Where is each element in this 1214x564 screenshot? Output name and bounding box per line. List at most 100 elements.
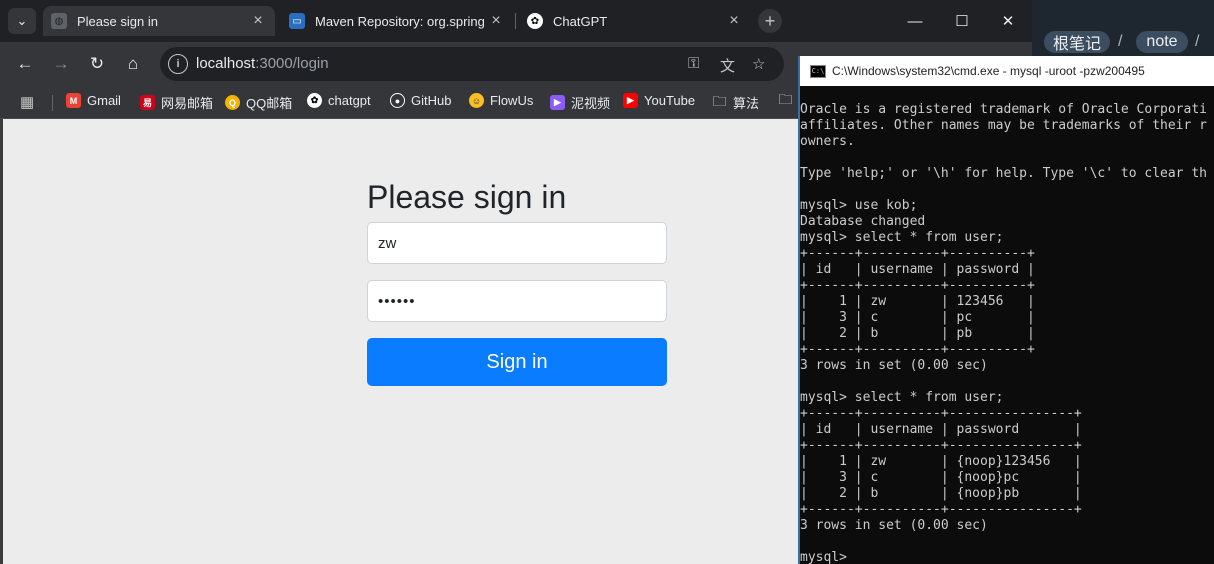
terminal-line: | id | username | password | <box>800 422 1082 437</box>
cmd-window: C:\ C:\Windows\system32\cmd.exe - mysql … <box>798 56 1214 564</box>
plus-icon: + <box>764 10 776 31</box>
tab-title: Maven Repository: org.spring <box>315 13 485 29</box>
video-icon: ▶ <box>550 95 565 110</box>
bookmark-folder-algorithms[interactable]: 🗀 算法 <box>712 92 760 112</box>
password-key-icon[interactable]: ⚿ <box>688 55 699 72</box>
maximize-button[interactable]: ☐ <box>942 0 982 42</box>
bookmark-github[interactable]: ● GitHub <box>390 93 451 108</box>
translate-icon[interactable]: 文 <box>720 55 735 76</box>
address-bar[interactable]: i localhost:3000/login ⚿ 文 ☆ <box>160 47 784 81</box>
maven-icon: ▭ <box>289 13 305 29</box>
password-input[interactable] <box>367 280 667 322</box>
breadcrumb-label: note <box>1146 33 1178 50</box>
terminal-line: mysql> use kob; <box>800 198 918 213</box>
reload-button[interactable]: ↻ <box>85 52 109 76</box>
home-icon: ⌂ <box>127 54 139 73</box>
folder-icon: 🗀 <box>712 92 727 109</box>
bookmark-youtube[interactable]: ▶ YouTube <box>623 93 695 108</box>
tab-chatgpt[interactable]: ✿ ChatGPT × <box>519 6 751 36</box>
bookmark-label: QQ邮箱 <box>246 96 293 111</box>
bookmark-label: chatgpt <box>328 93 371 108</box>
back-button[interactable]: ← <box>13 52 37 76</box>
new-tab-button[interactable]: + <box>758 9 782 33</box>
terminal-line: +------+----------+----------+ <box>800 278 1035 293</box>
url-path: :3000/login <box>255 55 329 72</box>
arrow-right-icon: → <box>52 54 70 73</box>
bookmark-label: Gmail <box>87 93 121 108</box>
bookmark-label: FlowUs <box>490 93 534 108</box>
chevron-down-icon: ⌄ <box>16 13 28 28</box>
bookmark-flowus[interactable]: ☺ FlowUs <box>469 93 533 108</box>
tab-search-button[interactable]: ⌄ <box>8 8 36 34</box>
terminal-line: +------+----------+----------------+ <box>800 406 1082 421</box>
bookmark-netease-mail[interactable]: 易 网易邮箱 <box>140 93 213 112</box>
breadcrumb-root[interactable]: 根笔记 <box>1044 31 1110 53</box>
bookmark-label: GitHub <box>411 93 452 108</box>
background-app: 根笔记 / note / <box>1032 0 1214 56</box>
bookmark-video[interactable]: ▶ 泥视频 <box>550 93 610 112</box>
terminal-line: Oracle is a registered trademark of Orac… <box>800 102 1207 117</box>
home-button[interactable]: ⌂ <box>121 52 145 76</box>
bookmark-label: 泥视频 <box>571 96 611 111</box>
apps-button[interactable]: ▦ <box>20 93 34 111</box>
terminal-line: | 3 | c | pc | <box>800 310 1035 325</box>
flowus-icon: ☺ <box>469 93 484 108</box>
star-icon[interactable]: ☆ <box>752 55 765 73</box>
cmd-titlebar[interactable]: C:\ C:\Windows\system32\cmd.exe - mysql … <box>800 56 1214 86</box>
cmd-title: C:\Windows\system32\cmd.exe - mysql -uro… <box>832 64 1145 78</box>
close-icon[interactable]: × <box>249 12 267 30</box>
tab-please-sign-in[interactable]: ◍ Please sign in × <box>43 6 275 36</box>
page-viewport: Please sign in Sign in <box>3 119 798 564</box>
terminal-line: 3 rows in set (0.00 sec) <box>800 358 988 373</box>
terminal-line: | 2 | b | {noop}pb | <box>800 486 1082 501</box>
username-input[interactable] <box>367 222 667 264</box>
qq-mail-icon: Q <box>225 95 240 110</box>
terminal-line: +------+----------+----------+ <box>800 246 1035 261</box>
breadcrumb-separator: / <box>1195 33 1200 50</box>
youtube-icon: ▶ <box>623 93 638 108</box>
tab-maven-repository[interactable]: ▭ Maven Repository: org.spring × <box>281 6 513 36</box>
terminal-line: 3 rows in set (0.00 sec) <box>800 518 988 533</box>
forward-button[interactable]: → <box>49 52 73 76</box>
minimize-button[interactable]: — <box>895 0 935 42</box>
netease-mail-icon: 易 <box>140 95 155 110</box>
bookmark-folder[interactable]: 🗀 <box>778 90 799 108</box>
cmd-icon: C:\ <box>810 64 826 78</box>
bookmark-qq-mail[interactable]: Q QQ邮箱 <box>225 93 292 112</box>
chatgpt-icon: ✿ <box>527 13 543 29</box>
tab-title: ChatGPT <box>553 13 608 29</box>
folder-icon: 🗀 <box>778 90 793 107</box>
terminal-line: | id | username | password | <box>800 262 1035 277</box>
tab-title: Please sign in <box>77 13 158 29</box>
arrow-left-icon: ← <box>16 54 34 73</box>
minimize-icon: — <box>907 12 923 30</box>
close-icon[interactable]: × <box>487 12 505 30</box>
url-host: localhost <box>196 55 256 72</box>
terminal-line: Database changed <box>800 214 926 229</box>
chatgpt-icon: ✿ <box>307 93 322 108</box>
terminal-line: | 2 | b | pb | <box>800 326 1035 341</box>
page-title: Please sign in <box>367 179 567 215</box>
reload-icon: ↻ <box>89 54 105 73</box>
bookmark-chatgpt[interactable]: ✿ chatgpt <box>307 93 371 108</box>
gmail-icon: M <box>66 93 81 108</box>
breadcrumb-note[interactable]: note <box>1136 31 1188 53</box>
sign-in-button[interactable]: Sign in <box>367 338 667 386</box>
terminal-line: +------+----------+----------------+ <box>800 502 1082 517</box>
bookmark-divider <box>52 95 53 111</box>
breadcrumb-separator: / <box>1118 33 1123 50</box>
maximize-icon: ☐ <box>955 13 969 30</box>
terminal-line: affiliates. Other names may be trademark… <box>800 118 1207 133</box>
bookmark-gmail[interactable]: M Gmail <box>66 93 121 108</box>
site-info-icon[interactable]: i <box>168 54 188 74</box>
bookmark-label: 算法 <box>733 96 760 111</box>
terminal-line: | 1 | zw | 123456 | <box>800 294 1035 309</box>
close-window-button[interactable]: ✕ <box>988 0 1028 42</box>
close-icon[interactable]: × <box>725 12 743 30</box>
terminal-line: | 3 | c | {noop}pc | <box>800 470 1082 485</box>
bookmark-label: 网易邮箱 <box>161 96 214 111</box>
terminal-output[interactable]: Oracle is a registered trademark of Orac… <box>800 102 1214 564</box>
github-icon: ● <box>390 93 405 108</box>
terminal-line: owners. <box>800 134 855 149</box>
signin-form: Please sign in Sign in <box>367 177 667 386</box>
